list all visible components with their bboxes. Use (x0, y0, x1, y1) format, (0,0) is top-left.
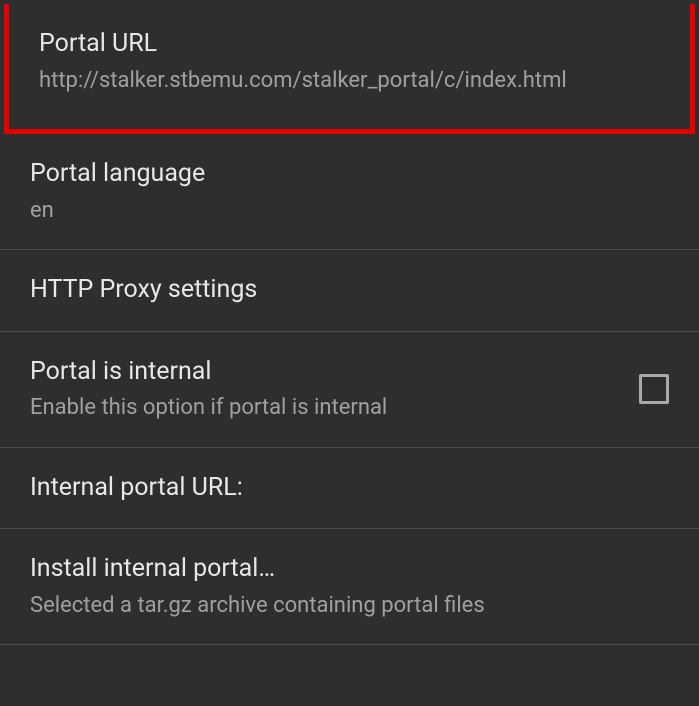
setting-subtitle: Selected a tar.gz archive containing por… (30, 592, 669, 621)
setting-content: Portal is internal Enable this option if… (30, 356, 619, 423)
setting-row-internal-portal-url[interactable]: Internal portal URL: (0, 448, 699, 530)
setting-content: Portal language en (30, 158, 669, 225)
setting-row-portal-url[interactable]: Portal URL http://stalker.stbemu.com/sta… (4, 4, 695, 134)
checkbox-portal-internal[interactable] (639, 374, 669, 404)
setting-title: HTTP Proxy settings (30, 274, 669, 307)
setting-title: Internal portal URL: (30, 472, 669, 505)
setting-row-install-internal-portal[interactable]: Install internal portal… Selected a tar.… (0, 529, 699, 645)
setting-row-portal-internal[interactable]: Portal is internal Enable this option if… (0, 332, 699, 448)
setting-subtitle: en (30, 197, 669, 226)
setting-title: Portal is internal (30, 356, 619, 389)
setting-content: HTTP Proxy settings (30, 274, 669, 307)
setting-subtitle: http://stalker.stbemu.com/stalker_portal… (39, 67, 660, 96)
setting-title: Install internal portal… (30, 553, 669, 586)
setting-title: Portal URL (39, 28, 660, 61)
setting-content: Internal portal URL: (30, 472, 669, 505)
setting-row-portal-language[interactable]: Portal language en (0, 134, 699, 250)
setting-row-http-proxy[interactable]: HTTP Proxy settings (0, 250, 699, 332)
setting-title: Portal language (30, 158, 669, 191)
settings-list: Portal URL http://stalker.stbemu.com/sta… (0, 4, 699, 645)
setting-content: Portal URL http://stalker.stbemu.com/sta… (39, 28, 660, 95)
setting-content: Install internal portal… Selected a tar.… (30, 553, 669, 620)
setting-subtitle: Enable this option if portal is internal (30, 394, 619, 423)
